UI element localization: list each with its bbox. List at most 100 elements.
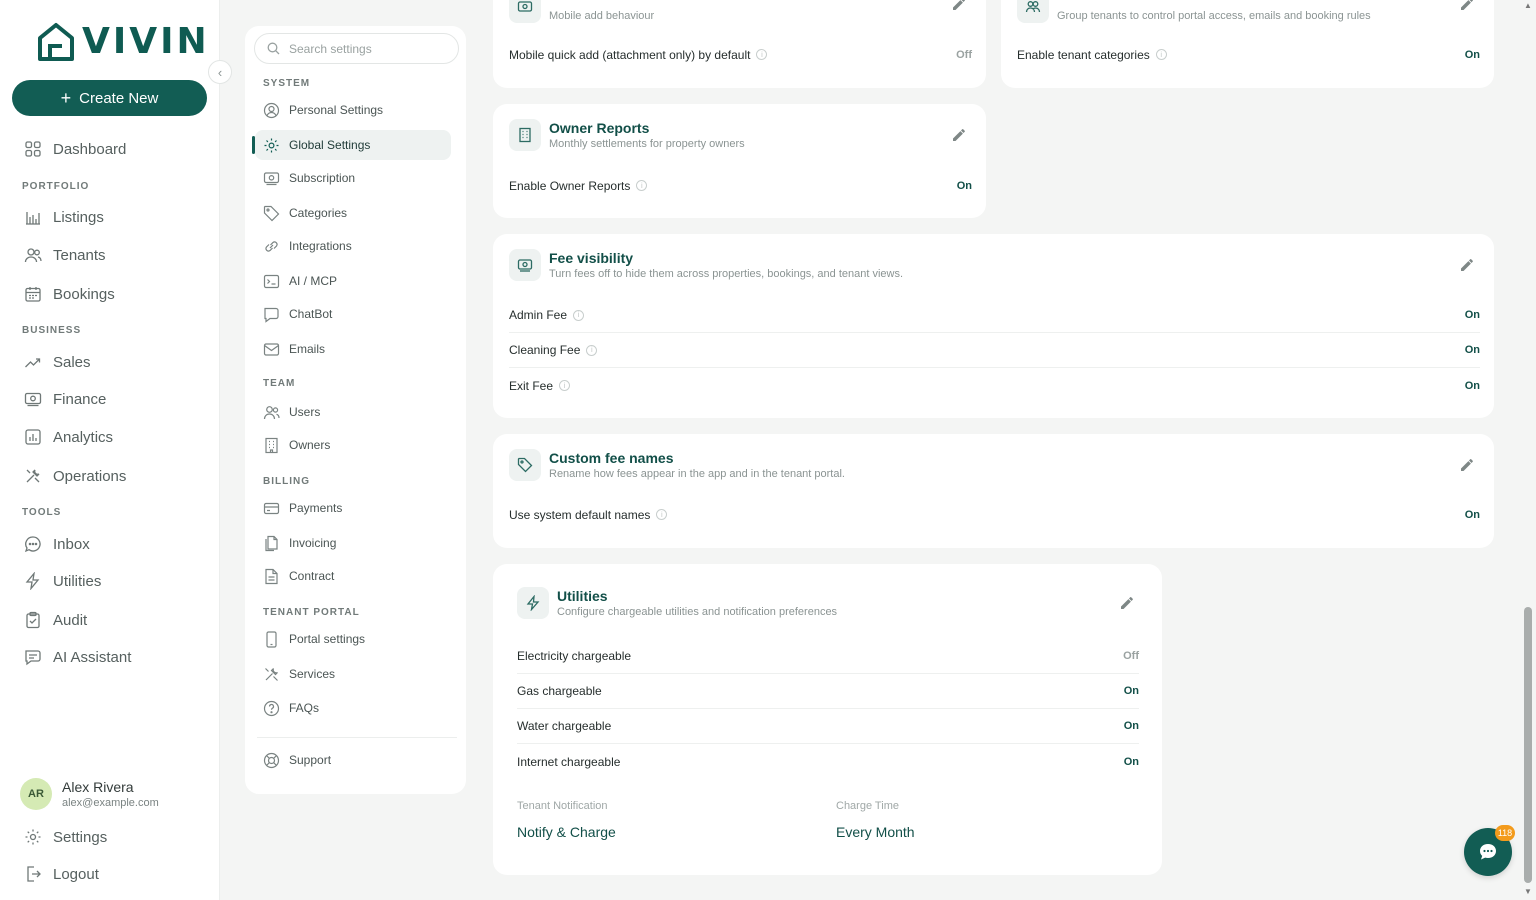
nav-item-utilities[interactable]: Utilities bbox=[24, 569, 101, 593]
edit-utilities-button[interactable] bbox=[1117, 593, 1137, 613]
card-utilities: Utilities Configure chargeable utilities… bbox=[493, 564, 1162, 875]
sidebar: VIVIN + Create New Dashboard PORTFOLIO L… bbox=[0, 0, 220, 900]
settings-item-global-settings[interactable]: Global Settings bbox=[252, 130, 451, 160]
settings-item-owners[interactable]: Owners bbox=[263, 430, 459, 460]
user-profile[interactable]: AR Alex Rivera alex@example.com bbox=[20, 778, 159, 810]
info-icon[interactable]: i bbox=[756, 49, 768, 60]
setting-row[interactable]: Water chargeable On bbox=[517, 709, 1139, 744]
users-icon bbox=[1017, 0, 1049, 23]
card-header: Mobile add behaviour bbox=[509, 0, 654, 23]
setting-value: On bbox=[1464, 344, 1480, 356]
info-icon[interactable]: i bbox=[636, 180, 648, 191]
edit-custom-fee-names-button[interactable] bbox=[1457, 455, 1477, 475]
settings-item-services[interactable]: Services bbox=[263, 659, 459, 689]
scroll-thumb[interactable] bbox=[1524, 607, 1532, 883]
setting-value: On bbox=[1464, 48, 1480, 61]
chat-unread-badge: 118 bbox=[1495, 825, 1515, 841]
scroll-down-arrow[interactable]: ▼ bbox=[1524, 888, 1532, 896]
edit-tenant-categories-button[interactable] bbox=[1457, 0, 1477, 14]
nav-item-dashboard[interactable]: Dashboard bbox=[24, 137, 126, 161]
settings-item-portal-settings[interactable]: Portal settings bbox=[263, 624, 459, 654]
settings-item-label: Users bbox=[289, 405, 321, 419]
setting-row[interactable]: Cleaning Fee i On bbox=[509, 333, 1480, 368]
nav-item-tenants[interactable]: Tenants bbox=[24, 243, 106, 267]
trend-up-icon bbox=[25, 358, 41, 368]
nav-label: Operations bbox=[53, 467, 127, 485]
setting-row[interactable]: Internet chargeable On bbox=[517, 744, 1139, 779]
settings-item-personal-settings[interactable]: Personal Settings bbox=[263, 95, 459, 125]
edit-fee-visibility-button[interactable] bbox=[1457, 255, 1477, 275]
nav-item-analytics[interactable]: Analytics bbox=[24, 425, 113, 449]
settings-item-label: Payments bbox=[289, 501, 343, 515]
setting-label: Water chargeable bbox=[517, 719, 612, 733]
edit-owner-reports-button[interactable] bbox=[949, 125, 969, 145]
nav-item-bookings[interactable]: Bookings bbox=[24, 282, 115, 306]
settings-item-subscription[interactable]: Subscription bbox=[263, 163, 459, 193]
info-icon[interactable]: i bbox=[656, 509, 668, 520]
settings-item-emails[interactable]: Emails bbox=[263, 334, 459, 364]
setting-row[interactable]: Gas chargeable On bbox=[517, 674, 1139, 709]
nav-item-listings[interactable]: Listings bbox=[24, 205, 104, 229]
nav-item-logout[interactable]: Logout bbox=[24, 862, 99, 886]
nav-item-operations[interactable]: Operations bbox=[24, 464, 126, 488]
create-new-label: Create New bbox=[79, 89, 159, 107]
settings-item-invoicing[interactable]: Invoicing bbox=[263, 528, 459, 558]
setting-row[interactable]: Admin Fee i On bbox=[509, 298, 1480, 333]
settings-item-ai-mcp[interactable]: AI / MCP bbox=[263, 266, 459, 296]
nav-item-inbox[interactable]: Inbox bbox=[24, 532, 90, 556]
mail-icon bbox=[263, 342, 280, 356]
settings-item-faqs[interactable]: FAQs bbox=[263, 693, 459, 723]
settings-item-label: FAQs bbox=[289, 701, 320, 715]
settings-item-users[interactable]: Users bbox=[263, 397, 459, 427]
nav-item-sales[interactable]: Sales bbox=[24, 350, 91, 374]
settings-item-payments[interactable]: Payments bbox=[263, 493, 459, 523]
settings-item-integrations[interactable]: Integrations bbox=[263, 231, 459, 261]
nav-item-settings[interactable]: Settings bbox=[24, 825, 107, 849]
setting-row[interactable]: Exit Fee i On bbox=[509, 368, 1480, 403]
setting-row[interactable]: Mobile quick add (attachment only) by de… bbox=[509, 37, 972, 72]
vivin-logo[interactable]: VIVIN bbox=[36, 22, 210, 62]
info-icon[interactable]: i bbox=[586, 344, 598, 356]
create-new-button[interactable]: + Create New bbox=[12, 80, 207, 116]
setting-row[interactable]: Enable Owner Reports i On bbox=[509, 168, 972, 203]
setting-row[interactable]: Electricity chargeable Off bbox=[517, 639, 1139, 674]
house-logo-icon bbox=[38, 23, 74, 61]
building-icon bbox=[265, 437, 278, 453]
terminal-icon bbox=[263, 274, 280, 288]
collapse-sidebar-button[interactable]: ‹ bbox=[208, 60, 232, 84]
nav-item-ai-assistant[interactable]: AI Assistant bbox=[24, 645, 131, 669]
settings-item-chatbot[interactable]: ChatBot bbox=[263, 299, 459, 329]
card-subtitle: Monthly settlements for property owners bbox=[549, 138, 745, 150]
pencil-icon bbox=[1461, 459, 1473, 471]
settings-item-label: Owners bbox=[289, 438, 331, 452]
nav-section-tools: TOOLS bbox=[22, 507, 62, 518]
info-icon[interactable]: i bbox=[1155, 49, 1167, 60]
bolt-icon bbox=[517, 587, 549, 619]
card-header: Fee visibility Turn fees off to hide the… bbox=[509, 249, 903, 281]
settings-item-contract[interactable]: Contract bbox=[263, 561, 459, 591]
scroll-up-arrow[interactable]: ▲ bbox=[1524, 2, 1532, 10]
settings-item-categories[interactable]: Categories bbox=[263, 198, 459, 228]
nav-label: Analytics bbox=[53, 428, 114, 446]
settings-item-label: Support bbox=[289, 753, 332, 767]
info-icon[interactable]: i bbox=[573, 309, 585, 321]
card-title: Utilities bbox=[557, 588, 608, 604]
nav-item-audit[interactable]: Audit bbox=[24, 608, 87, 632]
settings-item-support[interactable]: Support bbox=[263, 745, 459, 775]
search-settings-box[interactable] bbox=[254, 33, 459, 64]
message-icon bbox=[24, 536, 41, 553]
tenant-notification-field: Tenant Notification Notify & Charge bbox=[517, 800, 616, 840]
settings-section-tenant-portal: TENANT PORTAL bbox=[263, 607, 360, 618]
search-settings-input[interactable] bbox=[289, 41, 449, 56]
info-icon[interactable]: i bbox=[559, 380, 571, 391]
settings-item-label: Integrations bbox=[289, 239, 352, 253]
page-scrollbar[interactable]: ▲ ▼ bbox=[1520, 0, 1536, 900]
settings-item-label: Emails bbox=[289, 342, 326, 356]
nav-item-finance[interactable]: Finance bbox=[24, 387, 106, 411]
setting-label: Admin Fee bbox=[509, 308, 568, 322]
settings-item-label: Services bbox=[289, 667, 336, 681]
setting-row[interactable]: Use system default names i On bbox=[509, 497, 1480, 532]
edit-cash-flows-button[interactable] bbox=[949, 0, 969, 14]
setting-row[interactable]: Enable tenant categories i On bbox=[1017, 37, 1480, 72]
nav-section-business: BUSINESS bbox=[22, 325, 82, 336]
